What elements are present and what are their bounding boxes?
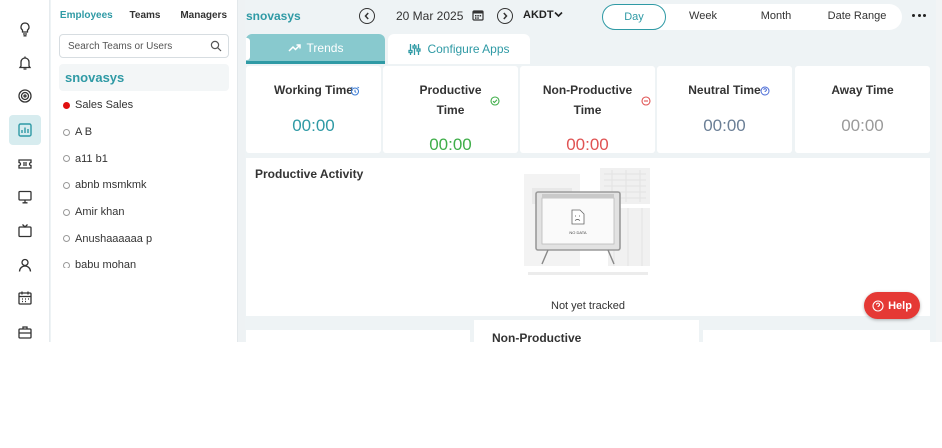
range-week-button[interactable]: Week [666, 4, 740, 30]
panel-scrollbar[interactable] [237, 0, 245, 342]
status-dot [63, 261, 70, 268]
no-data-illustration: NO DATA [524, 168, 650, 275]
range-month-button[interactable]: Month [740, 4, 812, 30]
neutral-time-title: Neutral Time [688, 83, 761, 97]
away-time-value: 00:00 [841, 116, 884, 135]
list-item[interactable]: A B [59, 119, 229, 146]
tab-trends[interactable]: Trends [246, 34, 385, 64]
tv-icon[interactable] [9, 216, 41, 246]
main-scrollbar[interactable] [936, 0, 942, 342]
tab-indicator [246, 38, 250, 60]
non-productive-time-value: 00:00 [566, 135, 609, 154]
help-circle-icon [872, 299, 884, 312]
bottom-card-right [703, 330, 930, 342]
status-dot [63, 128, 70, 136]
chevron-down-icon[interactable] [554, 11, 563, 18]
employee-name: Anushaaaaaa p [75, 232, 153, 245]
status-dot [63, 235, 70, 243]
productive-time-value: 00:00 [429, 135, 472, 154]
tab-trends-label: Trends [306, 40, 344, 55]
help-circle-icon [760, 86, 770, 96]
away-time-card: Away Time 00:00 [795, 66, 930, 153]
employee-name: babu mohan [75, 259, 137, 268]
status-dot [63, 208, 70, 216]
tab-configure-apps[interactable]: Configure Apps [388, 34, 530, 64]
list-item[interactable]: Anushaaaaaa p [59, 225, 229, 252]
alarm-icon[interactable] [9, 48, 41, 78]
more-options-icon[interactable] [912, 10, 926, 20]
calendar-icon[interactable] [9, 283, 41, 313]
sliders-icon [408, 43, 422, 55]
range-day-button[interactable]: Day [602, 4, 666, 30]
chart-icon[interactable] [9, 115, 41, 145]
list-item[interactable]: a11 b1 [59, 145, 229, 172]
employee-name: A B [75, 126, 93, 139]
search-icon[interactable] [210, 40, 222, 52]
icon-rail [0, 0, 50, 342]
list-item[interactable]: abnb msmkmk [59, 172, 229, 199]
working-time-value: 00:00 [292, 116, 335, 135]
date-display[interactable]: 20 Mar 2025 [396, 9, 463, 23]
productive-activity-panel: Productive Activity NO DATA Not yet trac… [246, 158, 930, 316]
range-date-range-button[interactable]: Date Range [812, 4, 902, 30]
non-productive-time-title-line2: Time [573, 103, 602, 117]
next-date-button[interactable] [497, 8, 513, 24]
non-productive-panel: Non-Productive [474, 320, 699, 342]
employee-name: abnb msmkmk [75, 179, 147, 192]
bottom-card-left [246, 330, 470, 342]
search-input[interactable] [68, 39, 208, 53]
monitor-icon[interactable] [9, 182, 41, 212]
app-window: Employees Teams Managers snovasys Sales … [0, 0, 942, 342]
calendar-picker-icon[interactable] [472, 9, 484, 21]
employee-name: a11 b1 [75, 152, 108, 165]
help-button[interactable]: Help [864, 292, 920, 319]
trend-up-icon [288, 44, 301, 52]
group-header[interactable]: snovasys [59, 64, 229, 91]
ticket-icon[interactable] [9, 149, 41, 179]
non-productive-time-card: Non-Productive Time 00:00 [520, 66, 655, 154]
list-item[interactable]: Amir khan [59, 199, 229, 226]
prev-date-button[interactable] [359, 8, 375, 24]
minus-circle-icon [641, 96, 651, 106]
panel-tabs: Employees Teams Managers [57, 6, 233, 30]
not-tracked-message: Not yet tracked [551, 300, 625, 312]
lightbulb-icon[interactable] [9, 14, 41, 44]
non-productive-panel-title: Non-Productive [492, 331, 582, 342]
working-time-title: Working Time [274, 83, 353, 97]
chevron-right-icon [503, 12, 508, 20]
tab-managers[interactable]: Managers [174, 6, 233, 30]
briefcase-icon[interactable] [9, 317, 41, 342]
org-name: snovasys [246, 9, 301, 23]
list-item[interactable]: Sales Sales [59, 92, 229, 119]
chevron-left-icon [364, 12, 369, 20]
alarm-clock-icon [350, 86, 360, 96]
neutral-time-card: Neutral Time 00:00 [657, 66, 792, 153]
tab-teams[interactable]: Teams [116, 6, 175, 30]
search-box [59, 34, 229, 58]
non-productive-time-title: Non-Productive [542, 83, 633, 97]
productive-activity-title: Productive Activity [255, 167, 364, 181]
timezone-select[interactable]: AKDT [523, 9, 554, 21]
productive-time-card: Productive Time 00:00 [383, 66, 518, 154]
employee-name: Amir khan [75, 206, 125, 219]
help-label: Help [888, 299, 912, 312]
away-time-title: Away Time [831, 83, 894, 97]
employee-panel: Employees Teams Managers snovasys Sales … [51, 0, 237, 342]
neutral-time-value: 00:00 [703, 116, 746, 135]
user-icon[interactable] [9, 250, 41, 280]
working-time-card: Working Time 00:00 [246, 66, 381, 153]
check-circle-icon [490, 96, 500, 106]
tab-employees[interactable]: Employees [57, 6, 116, 30]
range-selector: Day Week Month Date Range [602, 4, 902, 30]
tab-configure-apps-label: Configure Apps [427, 42, 510, 56]
no-data-art-text: NO DATA [569, 230, 587, 235]
employee-name: Sales Sales [75, 99, 134, 112]
status-dot [63, 101, 70, 109]
status-dot [63, 155, 70, 163]
employee-list: Sales Sales A B a11 b1 abnb msmkmk Amir … [59, 92, 229, 268]
list-item[interactable]: babu mohan [59, 252, 229, 268]
target-icon[interactable] [9, 81, 41, 111]
status-dot [63, 181, 70, 189]
